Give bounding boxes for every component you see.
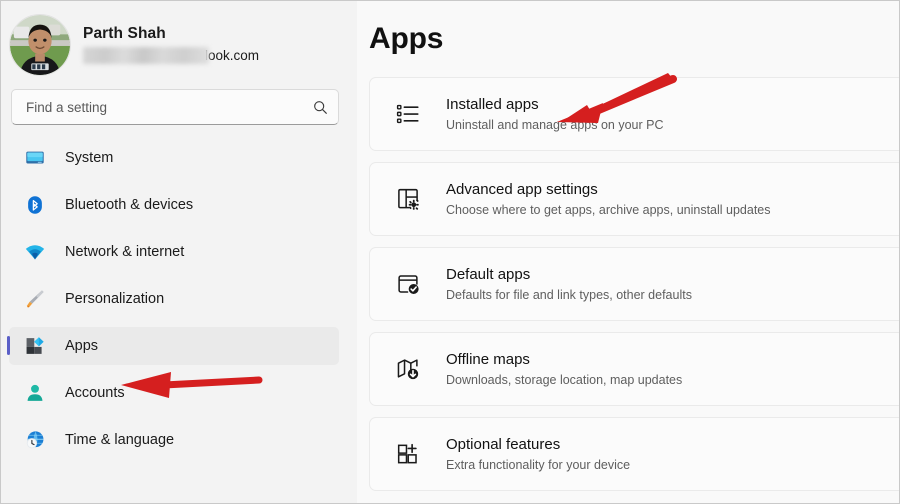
search-icon[interactable] [312, 100, 328, 115]
card-text: Default apps Defaults for file and link … [446, 264, 692, 304]
sidebar-item-label: Bluetooth & devices [65, 197, 194, 213]
search-box[interactable] [11, 89, 339, 125]
card-offline-maps[interactable]: Offline maps Downloads, storage location… [369, 332, 899, 406]
sidebar-item-label: Personalization [65, 291, 165, 307]
email-blur-redaction [83, 47, 209, 64]
card-subtitle: Downloads, storage location, map updates [446, 373, 683, 387]
search-input[interactable] [26, 90, 312, 124]
sidebar-item-bluetooth-devices[interactable]: Bluetooth & devices [9, 186, 339, 224]
card-title: Advanced app settings [446, 181, 598, 198]
card-installed-apps[interactable]: Installed apps Uninstall and manage apps… [369, 77, 899, 151]
card-title: Default apps [446, 266, 531, 283]
account-header[interactable]: Parth Shah look.com [1, 7, 357, 83]
window-check-icon [392, 268, 424, 300]
grid-plus-icon [392, 438, 424, 470]
paintbrush-icon [23, 287, 47, 311]
sidebar-item-personalization[interactable]: Personalization [9, 280, 339, 318]
sidebar-item-accounts[interactable]: Accounts [9, 374, 339, 412]
card-title: Offline maps [446, 351, 530, 368]
card-title: Installed apps [446, 96, 539, 113]
card-default-apps[interactable]: Default apps Defaults for file and link … [369, 247, 899, 321]
apps-icon [23, 334, 47, 358]
card-text: Offline maps Downloads, storage location… [446, 349, 682, 389]
content-pane: Apps Installed apps Uninstall and manage… [357, 1, 899, 503]
person-icon [23, 381, 47, 405]
monitor-icon [23, 146, 47, 170]
map-download-icon [392, 353, 424, 385]
card-text: Advanced app settings Choose where to ge… [446, 179, 771, 219]
wifi-icon [23, 240, 47, 264]
sidebar-item-label: Accounts [65, 385, 125, 401]
account-name: Parth Shah [83, 25, 166, 42]
account-text: Parth Shah look.com [83, 24, 259, 66]
bulleted-list-icon [392, 98, 424, 130]
sidebar-nav: System Bluetooth & devices Network & int… [1, 139, 357, 459]
card-subtitle: Extra functionality for your device [446, 458, 631, 472]
sidebar: Parth Shah look.com Find a setting Syste… [1, 1, 357, 503]
card-advanced-app-settings[interactable]: Advanced app settings Choose where to ge… [369, 162, 899, 236]
sidebar-item-label: Network & internet [65, 244, 185, 260]
card-text: Installed apps Uninstall and manage apps… [446, 94, 664, 134]
card-optional-features[interactable]: Optional features Extra functionality fo… [369, 417, 899, 491]
account-email: look.com [83, 46, 259, 66]
sidebar-item-label: Time & language [65, 432, 175, 448]
sidebar-item-time-language[interactable]: Time & language [9, 421, 339, 459]
card-title: Optional features [446, 436, 561, 453]
sidebar-item-label: System [65, 150, 114, 166]
settings-window: Parth Shah look.com Find a setting Syste… [0, 0, 900, 504]
sidebar-item-apps[interactable]: Apps [7, 327, 339, 365]
card-text: Optional features Extra functionality fo… [446, 434, 630, 474]
card-subtitle: Uninstall and manage apps on your PC [446, 118, 664, 132]
page-title: Apps [369, 22, 444, 55]
app-settings-gear-icon [392, 183, 424, 215]
card-subtitle: Choose where to get apps, archive apps, … [446, 203, 771, 217]
avatar[interactable] [9, 14, 71, 76]
card-subtitle: Defaults for file and link types, other … [446, 288, 692, 302]
globe-clock-icon [23, 428, 47, 452]
sidebar-item-network-internet[interactable]: Network & internet [9, 233, 339, 271]
bluetooth-icon [23, 193, 47, 217]
settings-card-list: Installed apps Uninstall and manage apps… [369, 77, 899, 491]
sidebar-item-system[interactable]: System [9, 139, 339, 177]
sidebar-item-label: Apps [65, 338, 99, 354]
